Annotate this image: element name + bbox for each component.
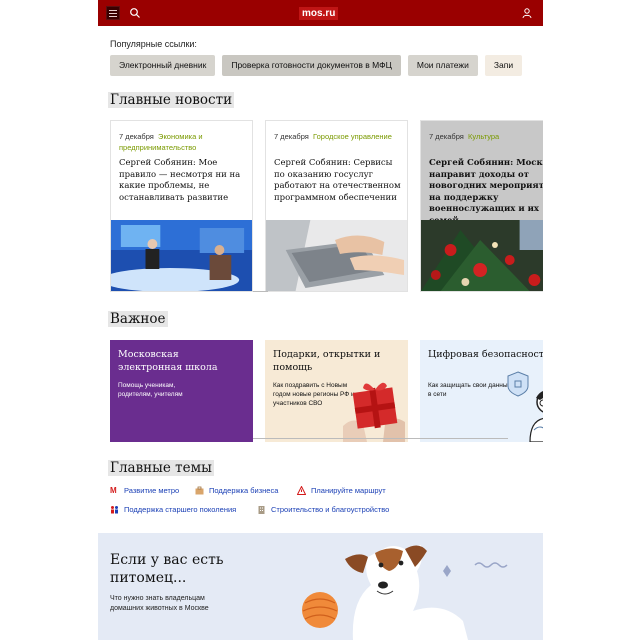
card-subtitle: Как защищать свои данные в сети	[428, 382, 512, 398]
theme-label: Планируйте маршрут	[311, 486, 386, 495]
news-meta: 7 декабря Городское управление	[274, 131, 404, 142]
link-mfc-documents[interactable]: Проверка готовности документов в МФЦ	[222, 55, 401, 76]
warning-icon	[297, 486, 306, 495]
main-news-heading: Главные новости	[108, 92, 235, 108]
news-category[interactable]: Городское управление	[313, 132, 392, 141]
theme-metro[interactable]: М Развитие метро	[110, 486, 179, 495]
card-electronic-school[interactable]: Московская электронная школа Помощь учен…	[110, 340, 253, 442]
news-carousel: 7 декабря Экономика и предпринимательств…	[110, 120, 543, 292]
news-card[interactable]: 7 декабря Городское управление Сергей Со…	[265, 120, 408, 292]
news-image-christmas-tree	[421, 220, 543, 291]
banner-title: Если у вас есть питомец...	[110, 552, 224, 586]
security-illustration	[507, 371, 543, 442]
popular-links: Электронный дневник Проверка готовности …	[110, 55, 529, 76]
theme-label: Поддержка старшего поколения	[124, 505, 237, 514]
theme-label: Строительство и благоустройство	[271, 505, 390, 514]
news-meta: 7 декабря Культура	[429, 131, 543, 142]
theme-label: Поддержка бизнеса	[209, 486, 279, 495]
search-icon[interactable]	[129, 7, 141, 19]
news-meta: 7 декабря Экономика и предпринимательств…	[119, 131, 249, 153]
main-themes-heading: Главные темы	[108, 460, 214, 476]
link-electronic-diary[interactable]: Электронный дневник	[110, 55, 216, 76]
link-appointment[interactable]: Запи	[484, 55, 523, 76]
carousel-scrollbar[interactable]	[253, 291, 268, 292]
card-gifts[interactable]: Подарки, открытки и помощь Как поздравит…	[265, 340, 408, 442]
theme-business[interactable]: Поддержка бизнеса	[195, 486, 278, 495]
news-title[interactable]: Сергей Собянин: Сервисы по оказанию госу…	[274, 158, 402, 204]
news-title[interactable]: Сергей Собянин: Москва направит доходы о…	[429, 158, 543, 227]
page: mos.ru Популярные ссылки: Электронный дн…	[98, 0, 543, 640]
news-title[interactable]: Сергей Собянин: Мое правило — несмотря н…	[119, 158, 247, 204]
card-digital-security[interactable]: Цифровая безопасность Как защищать свои …	[420, 340, 543, 442]
important-heading: Важное	[108, 311, 168, 327]
people-icon	[111, 506, 118, 514]
link-my-payments[interactable]: Мои платежи	[407, 55, 478, 76]
card-title: Цифровая безопасность	[428, 349, 543, 360]
theme-label: Развитие метро	[124, 486, 180, 495]
popular-links-title: Популярные ссылки:	[110, 39, 197, 49]
theme-elderly[interactable]: Поддержка старшего поколения	[110, 505, 236, 514]
important-carousel: Московская электронная школа Помощь учен…	[110, 340, 543, 442]
news-date: 7 декабря	[274, 132, 309, 141]
news-card[interactable]: 7 декабря Экономика и предпринимательств…	[110, 120, 253, 292]
news-date: 7 декабря	[119, 132, 154, 141]
pet-banner[interactable]: Если у вас есть питомец... Что нужно зна…	[98, 533, 543, 640]
important-scrollbar[interactable]	[253, 438, 508, 439]
briefcase-icon	[195, 486, 204, 495]
news-image-tv-studio	[111, 220, 252, 291]
card-title: Подарки, открытки и помощь	[273, 349, 381, 373]
site-logo[interactable]: mos.ru	[299, 7, 339, 20]
news-image-laptop	[266, 220, 407, 291]
theme-construction[interactable]: Строительство и благоустройство	[257, 505, 389, 514]
metro-icon: М	[110, 486, 117, 495]
dog-illustration	[302, 545, 508, 640]
theme-route[interactable]: Планируйте маршрут	[297, 486, 386, 495]
news-category[interactable]: Культура	[468, 132, 499, 141]
banner-subtitle: Что нужно знать владельцам домашних живо…	[110, 595, 209, 612]
menu-icon[interactable]	[106, 6, 120, 20]
card-subtitle: Помощь ученикам, родителям, учителям	[118, 382, 183, 398]
news-date: 7 декабря	[429, 132, 464, 141]
card-title: Московская электронная школа	[118, 349, 218, 373]
news-card[interactable]: 7 декабря Культура Сергей Собянин: Москв…	[420, 120, 543, 292]
user-icon[interactable]	[521, 7, 533, 19]
header-bar: mos.ru	[98, 0, 543, 26]
building-icon	[258, 506, 265, 514]
gift-box-image	[343, 382, 405, 442]
